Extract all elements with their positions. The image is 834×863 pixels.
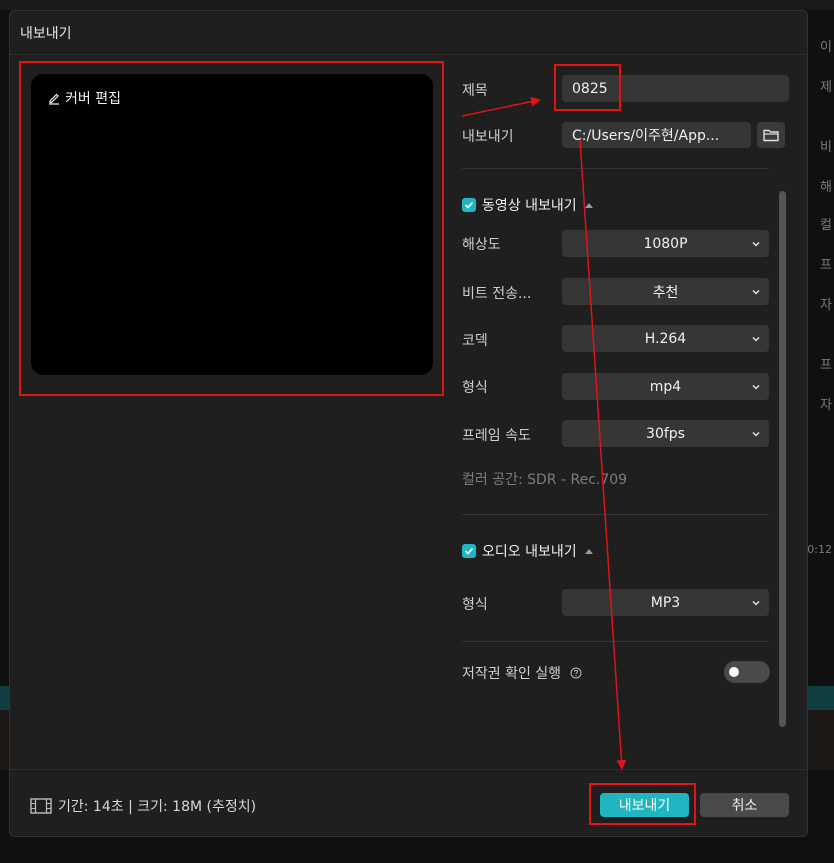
resolution-label: 해상도	[462, 237, 501, 253]
toggle-knob	[729, 667, 739, 677]
bg-letter: 프	[820, 358, 832, 373]
film-icon	[30, 798, 52, 814]
footer-divider	[10, 769, 807, 770]
section-divider	[462, 168, 769, 169]
copyright-toggle[interactable]	[724, 661, 770, 683]
codec-label: 코덱	[462, 333, 488, 349]
help-icon[interactable]	[570, 667, 582, 679]
format-select[interactable]: mp4	[562, 373, 769, 400]
audio-export-header[interactable]: 오디오 내보내기	[462, 541, 593, 561]
format-label: 형식	[462, 380, 488, 396]
bg-top-bar	[0, 0, 834, 10]
settings-scrollbar[interactable]	[779, 191, 786, 727]
audio-export-label: 오디오 내보내기	[482, 544, 577, 560]
framerate-select[interactable]: 30fps	[562, 420, 769, 447]
resolution-select[interactable]: 1080P	[562, 230, 769, 257]
format-value: mp4	[649, 378, 682, 395]
dialog-title: 내보내기	[20, 26, 72, 42]
folder-icon	[763, 129, 779, 142]
chevron-down-icon	[752, 600, 760, 606]
checkbox-checked-icon	[464, 547, 474, 555]
bg-letter: 비	[820, 140, 832, 155]
copyright-check-label: 저작권 확인 실행	[462, 666, 562, 682]
bg-letter: 제	[820, 80, 832, 95]
title-label: 제목	[462, 83, 488, 99]
chevron-down-icon	[752, 289, 760, 295]
export-path-label: 내보내기	[462, 129, 514, 145]
audio-format-select[interactable]: MP3	[562, 589, 769, 616]
video-export-header[interactable]: 동영상 내보내기	[462, 195, 593, 215]
chevron-down-icon	[752, 336, 760, 342]
bitrate-select[interactable]: 추천	[562, 278, 769, 305]
export-path-input[interactable]: C:/Users/이주현/App...	[562, 122, 751, 148]
annotation-box-export	[589, 783, 696, 825]
bitrate-value: 추천	[652, 284, 679, 301]
annotation-box-preview	[19, 61, 444, 396]
export-info: 기간: 14초 | 크기: 18M (추정치)	[30, 796, 256, 816]
codec-value: H.264	[644, 330, 687, 347]
chevron-down-icon	[752, 241, 760, 247]
bg-timecode: 0:12	[807, 543, 832, 556]
resolution-value: 1080P	[643, 235, 688, 252]
annotation-box-title	[554, 64, 621, 111]
chevron-down-icon	[752, 431, 760, 437]
cancel-button[interactable]: 취소	[700, 793, 789, 817]
collapse-caret-icon[interactable]	[584, 202, 593, 208]
bg-letter: 이	[820, 40, 832, 55]
video-export-label: 동영상 내보내기	[482, 198, 577, 214]
chevron-down-icon	[752, 384, 760, 390]
audio-format-value: MP3	[650, 594, 681, 611]
framerate-label: 프레임 속도	[462, 428, 531, 444]
collapse-caret-icon[interactable]	[584, 548, 593, 554]
copyright-check-row: 저작권 확인 실행	[462, 663, 582, 683]
checkbox-checked-icon	[464, 201, 474, 209]
bg-letter: 프	[820, 258, 832, 273]
bg-letter: 자	[820, 298, 832, 313]
codec-select[interactable]: H.264	[562, 325, 769, 352]
framerate-value: 30fps	[646, 425, 685, 442]
title-divider	[10, 54, 807, 55]
section-divider	[462, 641, 769, 642]
bg-letter: 컬	[820, 218, 832, 233]
bg-letter: 해	[820, 180, 832, 195]
bitrate-label: 비트 전송...	[462, 286, 532, 302]
section-divider	[462, 514, 769, 515]
audio-export-checkbox[interactable]	[462, 544, 476, 558]
bg-letter: 자	[820, 398, 832, 413]
export-info-text: 기간: 14초 | 크기: 18M (추정치)	[58, 799, 257, 815]
audio-format-label: 형식	[462, 597, 488, 613]
video-export-checkbox[interactable]	[462, 198, 476, 212]
color-space-text: 컬러 공간: SDR - Rec.709	[462, 472, 628, 488]
browse-folder-button[interactable]	[757, 122, 785, 148]
